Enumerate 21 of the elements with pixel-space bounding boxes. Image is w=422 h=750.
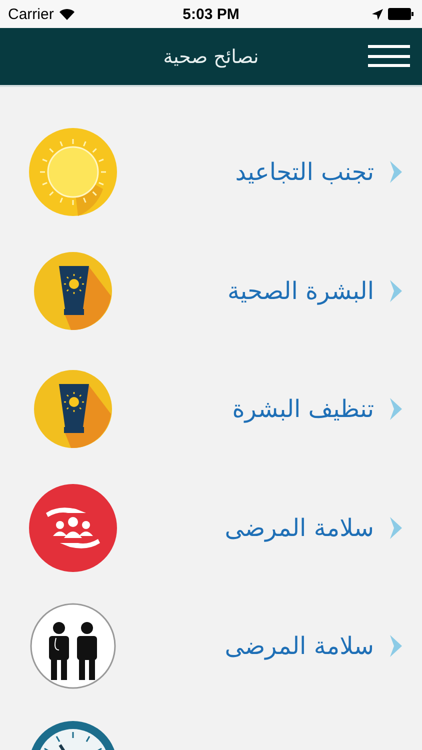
chevron-icon (388, 161, 404, 184)
topic-link[interactable]: سلامة المرضى (224, 514, 374, 542)
chevron-icon (388, 516, 404, 539)
hands-and-people-icon (28, 482, 118, 573)
two-people-icon (29, 602, 117, 690)
carrier-name: Carrier (8, 6, 54, 22)
location-arrow-icon (372, 8, 384, 20)
sunscreen-tube-icon (33, 369, 113, 450)
header-title: نصائح صحية (163, 46, 259, 68)
chevron-icon (388, 398, 404, 420)
status-time: 5:03 PM (182, 6, 240, 22)
topic-link[interactable]: تنظيف البشرة (232, 395, 374, 424)
battery-icon (388, 8, 414, 20)
sunscreen-tube-icon (33, 250, 113, 331)
wifi-icon (58, 8, 75, 20)
chevron-icon (388, 635, 404, 658)
topic-link[interactable]: سلامة المرضى (224, 632, 374, 660)
topic-link[interactable]: البشرة الصحية (228, 276, 374, 305)
topic-link[interactable]: تجنب التجاعيد (235, 158, 374, 186)
chevron-icon (388, 280, 404, 302)
sun-icon (28, 127, 118, 218)
